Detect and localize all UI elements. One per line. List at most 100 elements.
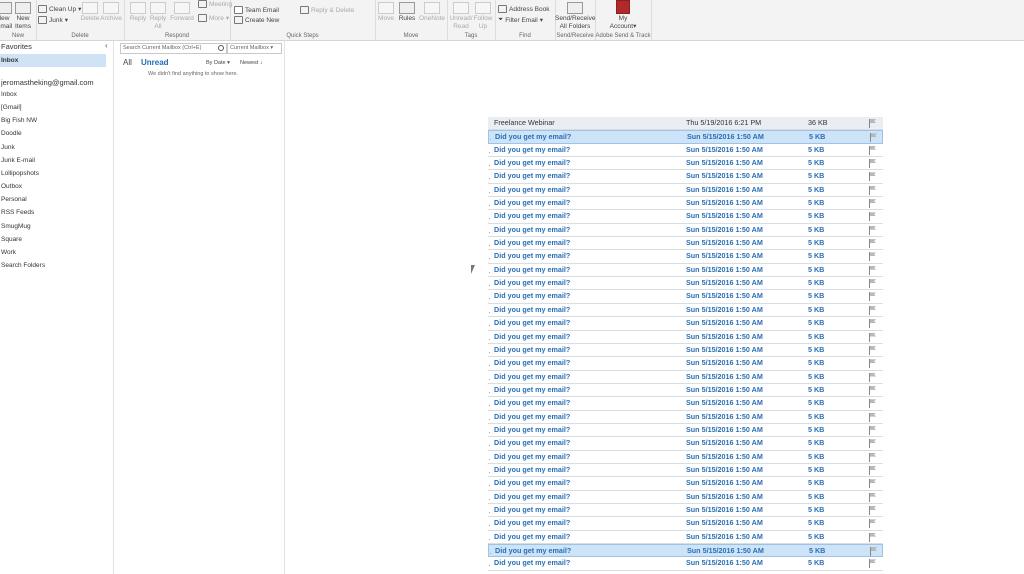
message-row[interactable]: Did you get my email? Sun 5/15/2016 1:50 … (488, 504, 883, 518)
folder-item[interactable]: Doodle (1, 130, 22, 137)
flag-icon[interactable] (869, 412, 877, 422)
collapse-pane-icon[interactable]: ‹ (105, 41, 108, 50)
flag-icon[interactable] (869, 385, 877, 395)
flag-icon[interactable] (869, 305, 877, 315)
tab-unread[interactable]: Unread (141, 58, 169, 67)
message-row[interactable]: Did you get my email? Sun 5/15/2016 1:50 … (488, 224, 883, 238)
flag-icon[interactable] (869, 119, 877, 128)
folder-item[interactable]: SmugMug (1, 223, 31, 230)
unread-read-button[interactable]: Unread/ Read (449, 2, 473, 31)
folder-item[interactable]: Outbox (1, 183, 22, 190)
new-items-button[interactable]: New Items (13, 2, 33, 31)
forward-button[interactable]: Forward (169, 2, 195, 23)
delete-button[interactable]: Delete (80, 2, 100, 23)
message-row[interactable]: Did you get my email? Sun 5/15/2016 1:50 … (488, 464, 883, 478)
send-receive-all-button[interactable]: Send/Receive All Folders (555, 2, 595, 31)
address-book-button[interactable]: Address Book (498, 5, 549, 13)
flag-icon[interactable] (870, 547, 878, 556)
message-row[interactable]: Did you get my email? Sun 5/15/2016 1:50 … (488, 384, 883, 398)
reply-all-button[interactable]: Reply All (148, 2, 168, 31)
flag-icon[interactable] (869, 505, 877, 515)
flag-icon[interactable] (869, 145, 877, 155)
flag-icon[interactable] (869, 239, 877, 249)
flag-icon[interactable] (869, 265, 877, 275)
flag-icon[interactable] (870, 133, 878, 143)
flag-icon[interactable] (869, 479, 877, 489)
message-row[interactable]: Did you get my email? Sun 5/15/2016 1:50 … (488, 397, 883, 411)
folder-item[interactable]: Junk E-mail (1, 157, 35, 164)
message-row[interactable]: Did you get my email? Sun 5/15/2016 1:50 … (488, 437, 883, 451)
flag-icon[interactable] (869, 372, 877, 382)
message-row[interactable]: Did you get my email? Sun 5/15/2016 1:50 … (488, 264, 883, 278)
sort-order-toggle[interactable]: Newest ↓ (240, 60, 263, 66)
message-row[interactable]: Did you get my email? Sun 5/15/2016 1:50 … (488, 344, 883, 358)
flag-icon[interactable] (869, 519, 877, 529)
flag-icon[interactable] (869, 465, 877, 475)
message-row[interactable]: Did you get my email? Sun 5/15/2016 1:50 … (488, 317, 883, 331)
quick-step-create-new[interactable]: Create New (234, 16, 279, 24)
sort-by-dropdown[interactable]: By Date ▾ (206, 60, 230, 66)
flag-icon[interactable] (869, 172, 877, 182)
folder-item[interactable]: Lollipopshots (1, 170, 39, 177)
flag-icon[interactable] (869, 292, 877, 302)
favorite-inbox[interactable]: Inbox (0, 54, 106, 67)
flag-icon[interactable] (869, 199, 877, 209)
flag-icon[interactable] (869, 559, 877, 569)
follow-up-button[interactable]: Follow Up (473, 2, 493, 31)
message-row[interactable]: Did you get my email? Sun 5/15/2016 1:50 … (488, 290, 883, 304)
favorites-header[interactable]: Favorites (1, 42, 32, 51)
folder-item[interactable]: RSS Feeds (1, 209, 34, 216)
folder-item[interactable]: Personal (1, 196, 27, 203)
flag-icon[interactable] (869, 319, 877, 329)
message-row[interactable]: Did you get my email? Sun 5/15/2016 1:50 … (488, 491, 883, 504)
rules-button[interactable]: Rules (397, 2, 417, 23)
message-row[interactable]: Did you get my email? Sun 5/15/2016 1:50 … (488, 304, 883, 318)
tab-all[interactable]: All (123, 58, 132, 67)
reply-button[interactable]: Reply (128, 2, 148, 23)
more-respond-button[interactable]: More ▾ (198, 14, 229, 22)
message-row[interactable]: Did you get my email? Sun 5/15/2016 1:50 … (488, 277, 883, 291)
message-row[interactable]: Did you get my email? Sun 5/15/2016 1:50 … (488, 237, 883, 251)
flag-icon[interactable] (869, 225, 877, 235)
flag-icon[interactable] (869, 452, 877, 462)
folder-item[interactable]: [Gmail] (1, 104, 22, 111)
message-row[interactable]: Did you get my email? Sun 5/15/2016 1:50 … (488, 250, 883, 264)
flag-icon[interactable] (869, 185, 877, 195)
archive-button[interactable]: Archive (100, 2, 122, 23)
folder-item[interactable]: Big Fish NW (1, 117, 37, 124)
flag-icon[interactable] (869, 212, 877, 222)
flag-icon[interactable] (869, 439, 877, 449)
folder-item[interactable]: Inbox (1, 91, 17, 98)
flag-icon[interactable] (869, 252, 877, 262)
message-row[interactable]: Did you get my email? Sun 5/15/2016 1:50 … (488, 371, 883, 384)
account-name[interactable]: jeromastheking@gmail.com (1, 78, 94, 87)
message-row[interactable]: Did you get my email? Sun 5/15/2016 1:50 … (488, 130, 883, 144)
flag-icon[interactable] (869, 492, 877, 502)
quick-step-team-email[interactable]: Team Email (234, 6, 279, 14)
message-row[interactable]: Freelance Webinar Thu 5/19/2016 6:21 PM 36… (488, 117, 883, 131)
search-input[interactable]: Search Current Mailbox (Ctrl+E) (120, 43, 227, 54)
flag-icon[interactable] (869, 279, 877, 289)
folder-item[interactable]: Square (1, 236, 22, 243)
flag-icon[interactable] (869, 159, 877, 169)
flag-icon[interactable] (869, 332, 877, 342)
message-row[interactable]: Did you get my email? Sun 5/15/2016 1:50 … (488, 531, 883, 544)
message-row[interactable]: Did you get my email? Sun 5/15/2016 1:50 … (488, 197, 883, 211)
message-row[interactable]: Did you get my email? Sun 5/15/2016 1:50 … (488, 331, 883, 344)
message-row[interactable]: Did you get my email? Sun 5/15/2016 1:50 … (488, 144, 883, 158)
filter-email-button[interactable]: ⏷ Filter Email ▾ (498, 16, 543, 24)
clean-up-button[interactable]: Clean Up ▾ (38, 5, 81, 13)
message-row[interactable]: Did you get my email? Sun 5/15/2016 1:50 … (488, 517, 883, 531)
message-row[interactable]: Did you get my email? Sun 5/15/2016 1:50 … (488, 424, 883, 438)
message-row[interactable]: Did you get my email? Sun 5/15/2016 1:50 … (488, 557, 883, 571)
quick-step-reply-delete[interactable]: Reply & Delete (300, 6, 354, 14)
message-row[interactable]: Did you get my email? Sun 5/15/2016 1:50 … (488, 411, 883, 424)
my-account-button[interactable]: My Account▾ (609, 0, 637, 31)
folder-item[interactable]: Junk (1, 144, 15, 151)
message-row[interactable]: Did you get my email? Sun 5/15/2016 1:50 … (488, 451, 883, 464)
meeting-button[interactable]: Meeting (198, 0, 232, 8)
flag-icon[interactable] (869, 345, 877, 355)
folder-item[interactable]: Search Folders (1, 262, 45, 269)
flag-icon[interactable] (869, 425, 877, 435)
move-button[interactable]: Move (375, 2, 397, 23)
